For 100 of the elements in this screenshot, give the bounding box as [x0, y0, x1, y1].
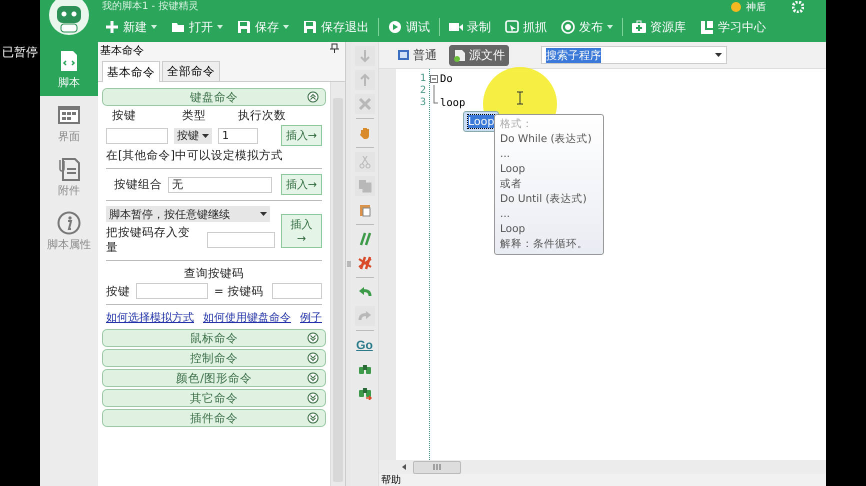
help-link[interactable]: 例子	[300, 310, 322, 325]
expand-icon	[307, 392, 319, 404]
section-header[interactable]: 其它命令	[102, 389, 326, 407]
tooltip-line: ...	[500, 207, 512, 222]
section-header[interactable]: 插件命令	[102, 409, 326, 427]
line-number: 3	[418, 97, 426, 109]
tooltip-line: Do Until (表达式)	[500, 192, 588, 207]
binoculars-icon	[358, 362, 372, 376]
key-field[interactable]	[136, 283, 208, 299]
toolbar-button[interactable]: 保存	[232, 18, 294, 36]
code-line: loop	[440, 97, 466, 109]
plus-icon	[105, 20, 119, 34]
section-label: 查询按键码	[183, 266, 245, 281]
expand-icon	[307, 372, 319, 384]
help-link[interactable]: 如何使用键盘命令	[203, 310, 291, 325]
section-header[interactable]: 鼠标命令	[102, 329, 326, 347]
type-select[interactable]: 按键	[174, 128, 212, 144]
panel-tab[interactable]: 全部命令	[162, 61, 220, 81]
sidebar-item[interactable]: 界面	[40, 96, 98, 150]
caret-icon	[217, 25, 223, 29]
robot-logo-icon	[48, 0, 90, 36]
up-arrow-icon	[358, 73, 372, 87]
toolbar-button[interactable]: 发布	[556, 18, 618, 36]
insert-button[interactable]: 插入→	[280, 174, 322, 195]
hand-icon	[358, 126, 372, 140]
field-label: 类型	[181, 108, 207, 123]
horizontal-scrollbar[interactable]	[379, 460, 826, 474]
count-field[interactable]: 1	[218, 128, 258, 144]
section-header[interactable]: 控制命令	[102, 349, 326, 367]
toolbar-button[interactable]: 打开	[166, 18, 228, 36]
caret-icon	[715, 53, 722, 57]
document-icon	[453, 48, 466, 62]
caret-icon	[151, 25, 157, 29]
expand-icon	[307, 332, 319, 344]
expand-icon	[307, 412, 319, 424]
toolbar-button[interactable]: 抓抓	[500, 18, 552, 36]
code-editor[interactable]: 1 2 3 Do loop Loop 格式： Do While (表达式) ... Loop 或者 Do Until (表达式) ... Loop 解释：条件循环。	[379, 69, 826, 460]
comment-icon	[358, 232, 372, 246]
subroutine-dropdown[interactable]: 搜索子程序	[541, 46, 727, 64]
go-button[interactable]: Go	[354, 335, 374, 355]
user-name[interactable]: 神盾	[746, 0, 766, 14]
toolbar-button[interactable]: 保存退出	[298, 18, 374, 36]
collapse-icon	[307, 91, 319, 103]
scrollbar[interactable]	[330, 82, 345, 486]
panel-title: 基本命令	[100, 43, 144, 59]
help-link[interactable]: 如何选择模拟方式	[106, 310, 194, 325]
caret-icon	[260, 212, 267, 216]
settings-icon	[792, 1, 804, 13]
tooltip-line: Do While (表达式)	[500, 132, 593, 147]
tooltip-line: ...	[500, 147, 512, 162]
target-icon	[561, 20, 575, 34]
field-label: 按键组合	[114, 177, 162, 192]
pause-select[interactable]: 脚本暂停，按任意键继续	[106, 206, 270, 222]
sidebar-item[interactable]: 脚本	[40, 42, 98, 96]
uncomment-icon	[358, 256, 372, 270]
sidebar-item[interactable]: 脚本属性	[40, 204, 98, 258]
combo-field[interactable]: 无	[168, 176, 272, 192]
insert-button[interactable]: 插入→	[280, 214, 322, 248]
sidebar-item[interactable]: 附件	[40, 150, 98, 204]
delete-icon	[358, 97, 372, 111]
fold-icon	[430, 73, 438, 85]
field-label: 按键	[106, 284, 130, 298]
coin-icon	[730, 1, 742, 13]
paused-label: 已暂停	[2, 44, 38, 61]
variable-field[interactable]	[207, 232, 275, 248]
pin-icon	[330, 43, 339, 53]
toolbar-button[interactable]: 资源库	[627, 18, 691, 36]
tooltip-line: 或者	[500, 177, 523, 192]
clipboard-icon	[358, 203, 372, 217]
left-arrow-icon	[401, 464, 407, 470]
redo-icon	[358, 309, 372, 323]
line-number: 2	[418, 85, 426, 97]
caret-icon	[202, 134, 209, 138]
first-aid-kit-icon	[632, 20, 646, 34]
copy-icon	[358, 179, 372, 193]
hint-text: 在[其他命令]中可以设定模拟方式	[106, 148, 284, 163]
view-tab[interactable]: 源文件	[449, 44, 509, 66]
window-title: 我的脚本1 - 按键精灵	[102, 0, 198, 13]
info-icon	[57, 210, 81, 234]
panel-tab[interactable]: 基本命令	[102, 61, 160, 82]
key-field[interactable]	[106, 128, 168, 144]
status-text: 帮助	[381, 475, 401, 486]
screen-pointer-icon	[505, 20, 519, 34]
folder-icon	[171, 20, 185, 34]
field-label: = 按键码	[214, 284, 264, 298]
insert-button[interactable]: 插入→	[280, 125, 322, 146]
toolbar-button[interactable]: 新建	[100, 18, 162, 36]
splitter-grip-icon	[346, 261, 350, 267]
toolbar-button[interactable]: 学习中心	[695, 18, 771, 36]
view-tab[interactable]: 普通	[393, 44, 441, 66]
video-camera-icon	[449, 20, 463, 34]
toolbar-button[interactable]: 录制	[444, 18, 496, 36]
field-label: 把按键码存入变量	[106, 225, 191, 255]
section-header[interactable]: 颜色/图形命令	[102, 369, 326, 387]
caret-icon	[607, 25, 613, 29]
scissors-icon	[358, 155, 372, 169]
key-code-field[interactable]	[272, 283, 322, 299]
section-header[interactable]: 键盘命令	[102, 88, 326, 106]
toolbar-button[interactable]: 调试	[383, 18, 435, 36]
undo-icon	[358, 285, 372, 299]
